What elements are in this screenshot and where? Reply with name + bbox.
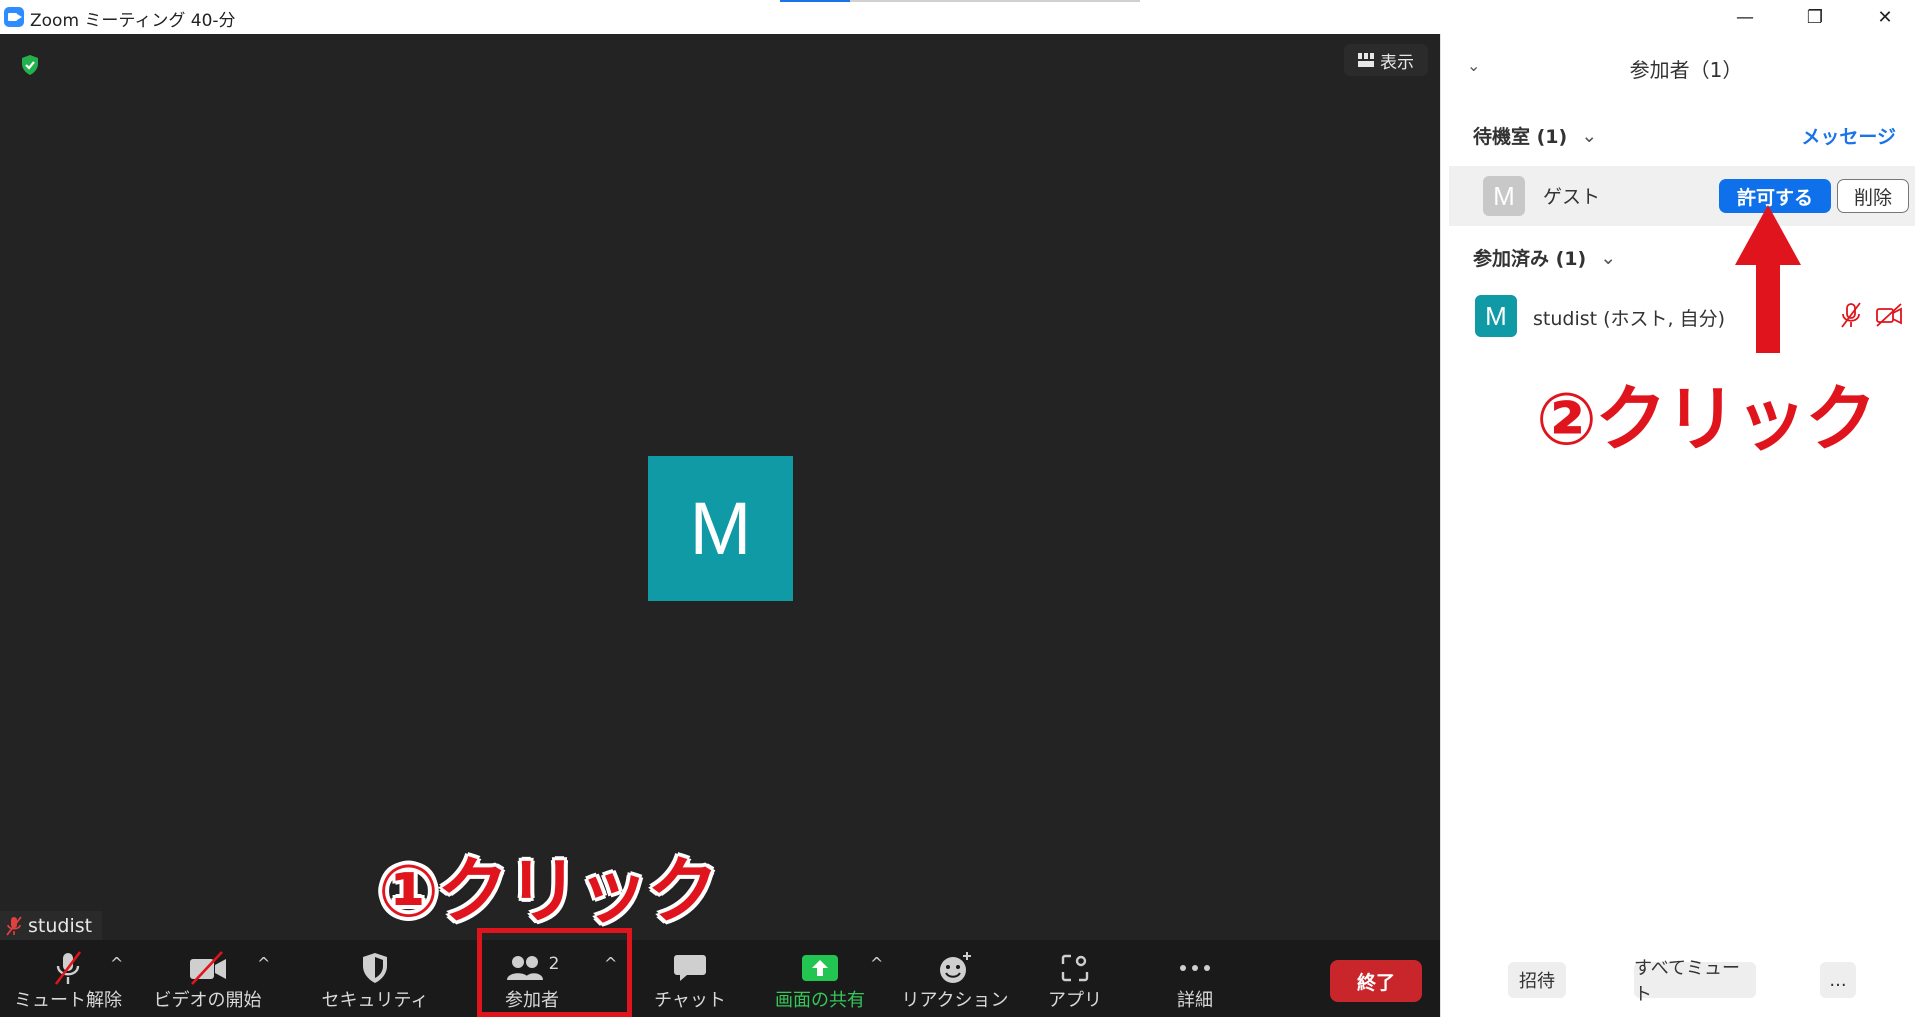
muted-mic-icon[interactable] xyxy=(1839,302,1863,328)
restore-button[interactable]: ❐ xyxy=(1780,0,1850,34)
reactions-button[interactable]: リアクション xyxy=(901,940,1009,1017)
apps-label: アプリ xyxy=(1048,990,1102,1011)
remove-button[interactable]: 削除 xyxy=(1837,179,1909,213)
view-label: 表示 xyxy=(1380,52,1414,73)
muted-mic-icon xyxy=(54,951,82,985)
mute-all-button[interactable]: すべてミュート xyxy=(1634,958,1756,1005)
host-avatar: M xyxy=(1475,295,1517,337)
guest-name: ゲスト xyxy=(1543,186,1601,208)
reaction-smiley-icon xyxy=(940,952,971,983)
close-button[interactable]: ✕ xyxy=(1850,0,1920,34)
chat-bubble-icon xyxy=(674,955,706,981)
message-link[interactable]: メッセージ xyxy=(1801,122,1896,149)
grid-icon xyxy=(1358,53,1374,67)
unmute-label: ミュート解除 xyxy=(14,990,122,1011)
audio-options-chevron-icon[interactable]: ^ xyxy=(110,954,123,973)
host-participant-row[interactable]: M studist (ホスト, 自分) xyxy=(1441,288,1920,344)
panel-more-button[interactable]: ... xyxy=(1820,962,1856,998)
meeting-toolbar: ミュート解除 ^ ビデオの開始 ^ セキュリティ 2 参加者 ^ チャット 画面… xyxy=(0,940,1440,1017)
restore-icon: ❐ xyxy=(1806,6,1824,28)
invite-button[interactable]: 招待 xyxy=(1508,962,1566,998)
waiting-room-label: 待機室 (1) xyxy=(1473,126,1568,148)
waiting-room-chevron-icon: ⌄ xyxy=(1581,124,1598,147)
share-screen-button[interactable]: 画面の共有 xyxy=(770,940,870,1017)
muted-mic-icon xyxy=(6,915,22,936)
security-button[interactable]: セキュリティ xyxy=(322,940,428,1017)
participant-name-tag: studist xyxy=(0,911,103,940)
video-off-icon[interactable] xyxy=(1875,302,1903,328)
start-video-label: ビデオの開始 xyxy=(153,990,262,1011)
more-options-button[interactable]: 詳細 xyxy=(1145,940,1245,1017)
host-name: studist (ホスト, 自分) xyxy=(1533,308,1726,330)
end-meeting-button[interactable]: 終了 xyxy=(1330,960,1422,1002)
step1-annotation: ①クリック xyxy=(378,849,719,933)
unmute-button[interactable]: ミュート解除 xyxy=(14,940,122,1017)
reactions-label: リアクション xyxy=(901,990,1009,1011)
security-shield-icon xyxy=(363,953,387,983)
share-screen-icon xyxy=(802,955,838,981)
chat-label: チャット xyxy=(654,990,726,1011)
participant-avatar-tile: M xyxy=(648,456,793,601)
share-options-chevron-icon[interactable]: ^ xyxy=(870,954,883,973)
more-options-label: 詳細 xyxy=(1177,990,1213,1011)
share-screen-label: 画面の共有 xyxy=(775,990,865,1011)
waiting-participant-row: M ゲスト 許可する 削除 xyxy=(1449,166,1915,226)
video-off-icon xyxy=(189,951,226,985)
guest-avatar: M xyxy=(1483,176,1525,216)
waiting-room-header[interactable]: 待機室 (1) ⌄ xyxy=(1473,122,1597,149)
title-bar: Zoom ミーティング 40-分 — ❐ ✕ xyxy=(0,0,1920,34)
participants-panel: ⌄ 参加者（1） 待機室 (1) ⌄ メッセージ M ゲスト 許可する 削除 参… xyxy=(1440,34,1920,1017)
apps-icon xyxy=(1061,954,1089,982)
minimize-icon: — xyxy=(1736,6,1754,28)
chat-button[interactable]: チャット xyxy=(640,940,740,1017)
close-icon: ✕ xyxy=(1877,6,1893,28)
zoom-app-icon xyxy=(4,7,24,27)
titlebar-accent-line xyxy=(780,0,1140,2)
name-tag-text: studist xyxy=(28,914,93,937)
start-video-button[interactable]: ビデオの開始 xyxy=(150,940,265,1017)
window-title: Zoom ミーティング 40-分 xyxy=(30,11,236,31)
more-dots-icon xyxy=(1180,965,1210,971)
minimize-button[interactable]: — xyxy=(1710,0,1780,34)
encryption-shield-icon[interactable] xyxy=(20,54,40,76)
video-options-chevron-icon[interactable]: ^ xyxy=(257,954,270,973)
joined-chevron-icon: ⌄ xyxy=(1600,246,1617,269)
participants-highlight-box xyxy=(477,928,632,1017)
panel-title: 参加者（1） xyxy=(1629,58,1743,82)
view-button[interactable]: 表示 xyxy=(1344,44,1428,76)
security-label: セキュリティ xyxy=(321,990,429,1011)
apps-button[interactable]: アプリ xyxy=(1025,940,1125,1017)
step2-annotation: ②クリック xyxy=(1536,377,1877,461)
red-arrow-annotation xyxy=(1735,205,1801,353)
joined-header[interactable]: 参加済み (1) ⌄ xyxy=(1473,244,1616,271)
joined-label: 参加済み (1) xyxy=(1473,248,1587,270)
